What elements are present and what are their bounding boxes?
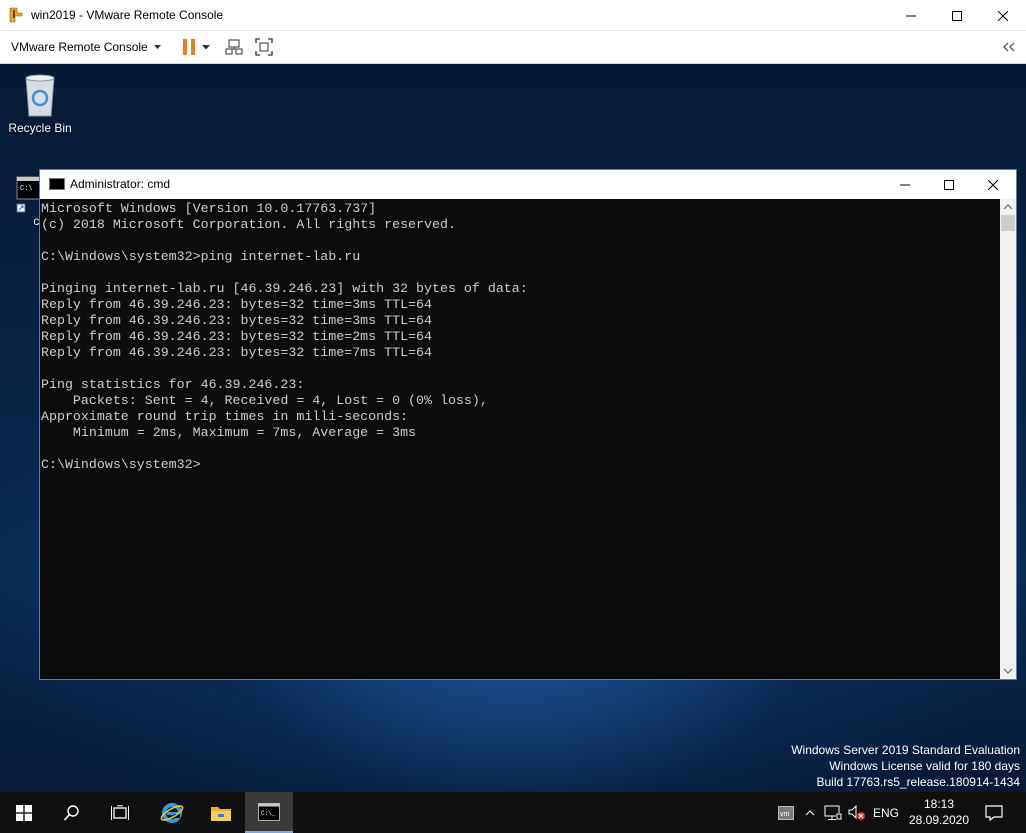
pause-icon (183, 39, 195, 55)
power-options-dropdown[interactable] (199, 36, 213, 58)
os-watermark: Windows Server 2019 Standard Evaluation … (791, 742, 1020, 790)
cmd-icon: C:\_ (258, 802, 280, 821)
close-icon (988, 179, 998, 190)
double-chevron-left-icon (1003, 42, 1015, 52)
chevron-up-icon (805, 809, 815, 815)
minimize-icon (906, 15, 916, 16)
console-line: C:\Windows\system32>ping internet-lab.ru (41, 249, 361, 264)
console-line: C:\Windows\system32> (41, 457, 201, 472)
maximize-button[interactable] (934, 0, 980, 31)
minimize-button[interactable] (888, 0, 934, 31)
clock-time: 18:13 (923, 797, 955, 811)
clock-date: 28.09.2020 (908, 813, 970, 827)
console-line: Ping statistics for 46.39.246.23: (41, 377, 305, 392)
taskbar: C:\_ vm ENG 18:13 28.09.2020 (0, 792, 1026, 833)
maximize-icon (952, 10, 962, 21)
chevron-down-icon (153, 44, 161, 49)
volume-tray-icon[interactable] (846, 792, 868, 833)
close-icon (998, 10, 1008, 21)
windows-logo-icon (16, 804, 32, 821)
console-line: Reply from 46.39.246.23: bytes=32 time=3… (41, 297, 432, 312)
watermark-edition: Windows Server 2019 Standard Evaluation (791, 743, 1020, 757)
search-icon (63, 804, 79, 821)
show-hidden-icons-button[interactable] (800, 792, 820, 833)
taskbar-clock[interactable]: 18:13 28.09.2020 (898, 796, 980, 828)
action-center-button[interactable] (980, 792, 1008, 833)
cmd-maximize-button[interactable] (926, 170, 972, 199)
desktop-icon-label: Recycle Bin (8, 121, 72, 135)
notification-icon (985, 804, 1003, 821)
desktop-icon-recycle-bin[interactable]: Recycle Bin (4, 72, 76, 135)
vmware-app-icon (8, 7, 24, 23)
network-tray-icon[interactable] (822, 792, 844, 833)
cmd-minimize-button[interactable] (882, 170, 928, 199)
folder-icon (211, 806, 231, 821)
console-line: Minimum = 2ms, Maximum = 7ms, Average = … (41, 425, 417, 440)
svg-text:C:\_: C:\_ (261, 810, 276, 817)
minimize-icon (900, 184, 910, 185)
console-line: (c) 2018 Microsoft Corporation. All righ… (41, 217, 456, 232)
console-line: Reply from 46.39.246.23: bytes=32 time=2… (41, 329, 432, 344)
internet-explorer-icon (160, 802, 184, 823)
scroll-down-icon[interactable] (1000, 663, 1016, 679)
window-title: win2019 - VMware Remote Console (31, 8, 224, 22)
maximize-icon (944, 179, 954, 190)
internet-explorer-button[interactable] (148, 792, 196, 833)
collapse-toolbar-button[interactable] (998, 36, 1020, 58)
network-icon (824, 805, 842, 820)
close-button[interactable] (980, 0, 1026, 31)
console-scrollbar[interactable] (1000, 199, 1016, 679)
guest-desktop: Recycle Bin C:\ cmd Administrator: cmd M (0, 64, 1026, 792)
file-explorer-button[interactable] (197, 792, 245, 833)
pause-button[interactable] (178, 36, 200, 58)
vmware-titlebar: win2019 - VMware Remote Console (0, 0, 1026, 31)
taskbar-cmd-button[interactable]: C:\_ (245, 792, 293, 833)
svg-text:vm: vm (780, 811, 790, 818)
chevron-down-icon (202, 44, 210, 49)
console-output[interactable]: Microsoft Windows [Version 10.0.17763.73… (40, 199, 1000, 679)
scroll-thumb[interactable] (1001, 215, 1015, 231)
vm-tools-tray-icon[interactable]: vm (776, 792, 796, 833)
vmware-tools-icon: vm (778, 805, 794, 820)
console-line: Reply from 46.39.246.23: bytes=32 time=3… (41, 313, 432, 328)
vmware-menu-label: VMware Remote Console (11, 40, 148, 54)
watermark-license: Windows License valid for 180 days (829, 759, 1020, 773)
recycle-bin-icon (25, 74, 55, 117)
fullscreen-button[interactable] (253, 36, 275, 58)
send-ctrl-alt-del-button[interactable] (223, 36, 245, 58)
console-line: Packets: Sent = 4, Received = 4, Lost = … (41, 393, 488, 408)
task-view-button[interactable] (96, 792, 144, 833)
vmware-toolbar: VMware Remote Console (0, 31, 1026, 64)
scroll-up-icon[interactable] (1000, 199, 1016, 215)
network-computer-icon (225, 39, 243, 55)
cmd-titlebar: Administrator: cmd (40, 170, 1016, 199)
cmd-window: Administrator: cmd Microsoft Windows [Ve… (39, 169, 1017, 680)
console-line: Pinging internet-lab.ru [46.39.246.23] w… (41, 281, 528, 296)
speaker-muted-icon (848, 804, 865, 820)
fullscreen-icon (255, 38, 273, 56)
vmware-menu-button[interactable]: VMware Remote Console (11, 40, 161, 54)
cmd-close-button[interactable] (970, 170, 1016, 199)
task-view-icon (111, 804, 129, 820)
search-button[interactable] (48, 792, 96, 833)
svg-text:C:\: C:\ (20, 185, 33, 193)
start-button[interactable] (0, 792, 48, 833)
console-line: Reply from 46.39.246.23: bytes=32 time=7… (41, 345, 432, 360)
console-line: Microsoft Windows [Version 10.0.17763.73… (41, 201, 377, 216)
watermark-build: Build 17763.rs5_release.180914-1434 (816, 775, 1021, 789)
console-line: Approximate round trip times in milli-se… (41, 409, 409, 424)
cmd-icon (49, 178, 65, 190)
cmd-window-title: Administrator: cmd (70, 177, 171, 191)
